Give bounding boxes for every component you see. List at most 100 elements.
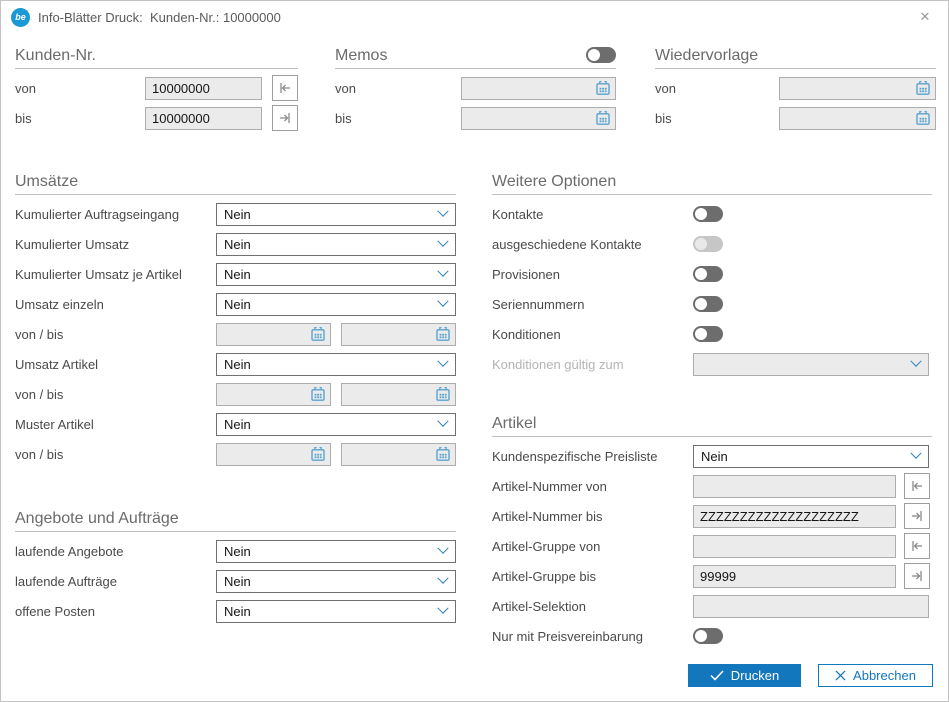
memos-von-date-input[interactable] (461, 77, 616, 100)
wiedervorlage-von-date-input[interactable] (779, 77, 936, 100)
kumulierter-umsatz-select[interactable]: Nein (216, 233, 456, 256)
artikel-nummer-bis-input[interactable] (693, 505, 896, 528)
artikel-gruppe-von-to-start-button[interactable] (904, 533, 930, 559)
umsaetze-row-auftragseingang: Kumulierter Auftragseingang Nein (15, 199, 456, 229)
offene-posten-select[interactable]: Nein (216, 600, 456, 623)
laufende-auftraege-select[interactable]: Nein (216, 570, 456, 593)
konditionen-toggle[interactable] (693, 326, 723, 342)
calendar-icon[interactable] (309, 325, 327, 343)
muster-artikel-von-date-input[interactable] (216, 443, 331, 466)
muster-artikel-select[interactable]: Nein (216, 413, 456, 436)
calendar-icon[interactable] (434, 445, 452, 463)
artikel-gruppe-bis-input[interactable] (693, 565, 896, 588)
artikel-gruppe-von-input[interactable] (693, 535, 896, 558)
provisionen-row: Provisionen (492, 259, 932, 289)
calendar-icon[interactable] (434, 385, 452, 403)
field-label: ausgeschiedene Kontakte (492, 237, 693, 252)
konditionen-gueltig-zum-row: Konditionen gültig zum (492, 349, 932, 379)
field-label: Nur mit Preisvereinbarung (492, 629, 693, 644)
calendar-icon[interactable] (309, 385, 327, 403)
umsatz-artikel-select[interactable]: Nein (216, 353, 456, 376)
memos-header: Memos (335, 47, 616, 69)
kunden-nr-bis-to-end-button[interactable] (272, 105, 298, 131)
field-label: Umsatz einzeln (15, 297, 216, 312)
section-kunden-nr: Kunden-Nr. von bis (15, 47, 298, 133)
kundenspezifische-preisliste-select[interactable]: Nein (693, 445, 929, 468)
arrow-to-end-icon (277, 110, 293, 126)
umsatz-einzeln-bis-date-input[interactable] (341, 323, 456, 346)
memos-title: Memos (335, 47, 387, 65)
select-value: Nein (224, 267, 251, 282)
calendar-icon[interactable] (914, 109, 932, 127)
select-value: Nein (224, 544, 251, 559)
artikel-gruppe-bis-to-end-button[interactable] (904, 563, 930, 589)
artikel-title: Artikel (492, 415, 536, 433)
select-value: Nein (224, 417, 251, 432)
kumulierter-auftragseingang-select[interactable]: Nein (216, 203, 456, 226)
abbrechen-button[interactable]: Abbrechen (818, 664, 933, 687)
wiedervorlage-von-label: von (655, 81, 779, 96)
memos-von-row: von (335, 73, 616, 103)
muster-artikel-bis-date-input[interactable] (341, 443, 456, 466)
seriennummern-toggle[interactable] (693, 296, 723, 312)
window-title: Info-Blätter Druck: Kunden-Nr.: 10000000 (38, 10, 281, 25)
artikel-nummer-bis-to-end-button[interactable] (904, 503, 930, 529)
umsaetze-row-muster-artikel: Muster Artikel Nein (15, 409, 456, 439)
arrow-to-start-icon (277, 80, 293, 96)
umsatz-artikel-bis-date-input[interactable] (341, 383, 456, 406)
kontakte-toggle[interactable] (693, 206, 723, 222)
close-icon[interactable]: ✕ (916, 8, 934, 26)
artikel-selektion-input[interactable] (693, 595, 929, 618)
chevron-down-icon (437, 573, 448, 584)
umsatz-einzeln-select[interactable]: Nein (216, 293, 456, 316)
umsaetze-row-von-bis-1: von / bis (15, 319, 456, 349)
abbrechen-label: Abbrechen (853, 668, 916, 683)
field-label: Artikel-Nummer bis (492, 509, 693, 524)
wiedervorlage-bis-row: bis (655, 103, 936, 133)
memos-bis-date-input[interactable] (461, 107, 616, 130)
nur-mit-preisvereinbarung-row: Nur mit Preisvereinbarung (492, 621, 932, 651)
artikel-nummer-von-input[interactable] (693, 475, 896, 498)
chevron-down-icon (910, 356, 921, 367)
kunden-nr-bis-input[interactable] (145, 107, 262, 130)
field-label: offene Posten (15, 604, 216, 619)
umsaetze-row-von-bis-2: von / bis (15, 379, 456, 409)
select-value: Nein (224, 237, 251, 252)
toggle-knob (695, 298, 707, 310)
field-label: Kumulierter Auftragseingang (15, 207, 216, 222)
kunden-nr-von-input[interactable] (145, 77, 262, 100)
umsatz-artikel-von-date-input[interactable] (216, 383, 331, 406)
checkmark-icon (710, 670, 724, 681)
arrow-to-end-icon (909, 508, 925, 524)
offene-posten-row: offene Posten Nein (15, 596, 456, 626)
wiedervorlage-bis-date-input[interactable] (779, 107, 936, 130)
calendar-icon[interactable] (309, 445, 327, 463)
select-value: Nein (701, 449, 728, 464)
umsatz-einzeln-von-date-input[interactable] (216, 323, 331, 346)
laufende-angebote-select[interactable]: Nein (216, 540, 456, 563)
select-value: Nein (224, 604, 251, 619)
wiedervorlage-von-row: von (655, 73, 936, 103)
drucken-button[interactable]: Drucken (688, 664, 801, 687)
artikel-nummer-von-to-start-button[interactable] (904, 473, 930, 499)
toggle-knob (695, 328, 707, 340)
select-value: Nein (224, 357, 251, 372)
provisionen-toggle[interactable] (693, 266, 723, 282)
arrow-to-start-icon (909, 478, 925, 494)
weitere-optionen-header: Weitere Optionen (492, 173, 932, 195)
nur-mit-preisvereinbarung-toggle[interactable] (693, 628, 723, 644)
kumulierter-umsatz-je-artikel-select[interactable]: Nein (216, 263, 456, 286)
kunden-nr-von-to-start-button[interactable] (272, 75, 298, 101)
field-label: Artikel-Gruppe von (492, 539, 693, 554)
calendar-icon[interactable] (914, 79, 932, 97)
chevron-down-icon (437, 266, 448, 277)
field-label: Kumulierter Umsatz (15, 237, 216, 252)
wiedervorlage-title: Wiedervorlage (655, 47, 758, 65)
kundenspezifische-preisliste-row: Kundenspezifische Preisliste Nein (492, 441, 932, 471)
wiedervorlage-header: Wiedervorlage (655, 47, 936, 69)
calendar-icon[interactable] (594, 109, 612, 127)
umsaetze-row-umsatz-einzeln: Umsatz einzeln Nein (15, 289, 456, 319)
calendar-icon[interactable] (434, 325, 452, 343)
calendar-icon[interactable] (594, 79, 612, 97)
memos-toggle[interactable] (586, 47, 616, 63)
